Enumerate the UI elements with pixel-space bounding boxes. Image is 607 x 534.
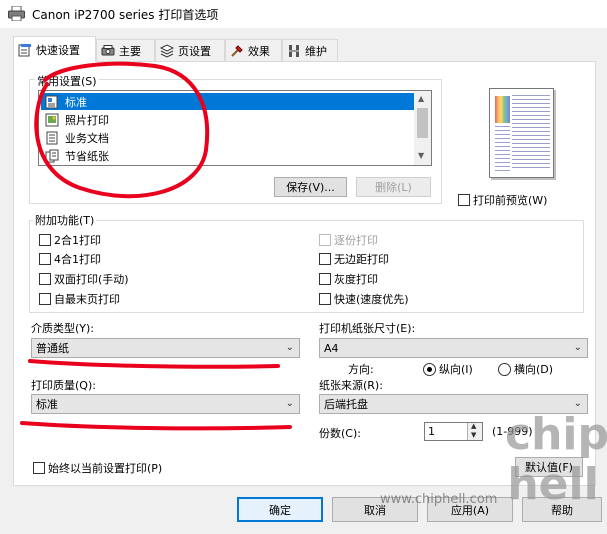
tab-label: 快速设置	[36, 43, 80, 57]
tab-quick-setup[interactable]: 快速设置	[13, 36, 96, 62]
annotation-underline-media	[28, 359, 280, 369]
annotation-underline-quality	[20, 421, 292, 431]
watermark-url: www.chiphell.com	[380, 492, 498, 507]
quick-setup-icon	[18, 43, 31, 56]
watermark-logo: chip hell	[505, 409, 607, 510]
annotation-circle	[34, 61, 210, 199]
